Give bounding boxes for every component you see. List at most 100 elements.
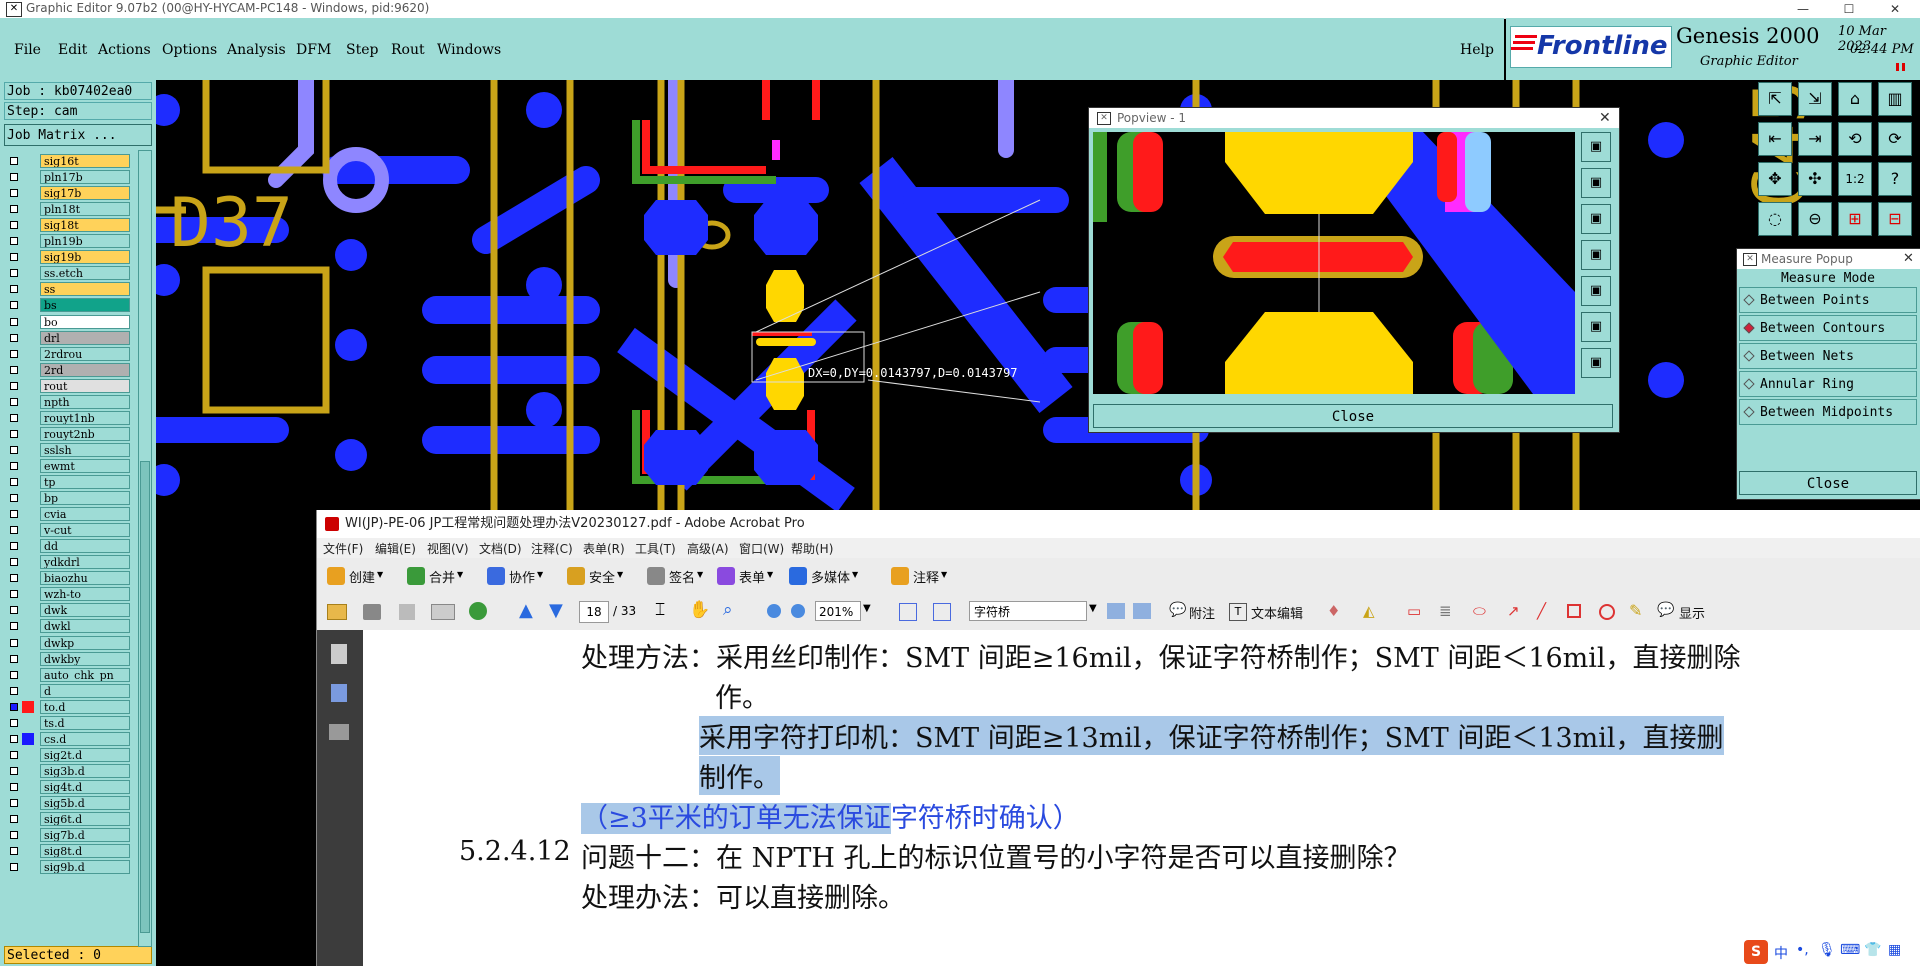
layer-name[interactable]: pln18t [40, 202, 130, 217]
layer-checkbox[interactable] [10, 558, 18, 567]
print-icon[interactable] [363, 604, 381, 620]
layer-checkbox[interactable] [10, 413, 18, 422]
secure-icon[interactable] [567, 567, 585, 585]
measure-option[interactable]: Between Nets [1739, 343, 1917, 369]
layer-row[interactable]: rout [8, 378, 130, 393]
layer-name[interactable]: drl [40, 330, 130, 345]
layer-row[interactable]: sig2t.d [8, 747, 130, 762]
menu-options[interactable]: Options [162, 42, 217, 58]
layer-row[interactable]: ss.etch [8, 266, 130, 281]
layer-checkbox[interactable] [10, 782, 18, 791]
pencil-icon[interactable]: ✎ [1629, 601, 1642, 620]
layer-down-icon[interactable]: ⊟ [1878, 202, 1912, 236]
layer-checkbox[interactable] [10, 333, 18, 342]
layer-checkbox[interactable] [10, 718, 18, 727]
layer-name[interactable]: sig2t.d [40, 747, 130, 762]
layer-checkbox[interactable] [10, 863, 18, 872]
menu-analysis[interactable]: Analysis [227, 42, 286, 58]
layer-row[interactable]: dwkby [8, 651, 130, 666]
layer-name[interactable]: pln17b [40, 170, 130, 185]
layer-name[interactable]: rouyt1nb [40, 410, 130, 425]
layer-row[interactable]: bs [8, 298, 130, 313]
measure-option[interactable]: Annular Ring [1739, 371, 1917, 397]
ime-mode[interactable]: 中 [1774, 943, 1788, 963]
toolbar-task-button[interactable]: 注释 [913, 567, 939, 586]
layer-name[interactable]: ydkdrl [40, 555, 130, 570]
show-label[interactable]: 显示 [1679, 603, 1705, 622]
layer-checkbox[interactable] [10, 847, 18, 856]
layer-name[interactable]: sslsh [40, 442, 130, 457]
toolbar-task-button[interactable]: 合并 [429, 567, 455, 586]
layer-checkbox[interactable] [10, 766, 18, 775]
layer-name[interactable]: ewmt [40, 458, 130, 473]
open-icon[interactable] [327, 604, 347, 620]
maximize-button[interactable]: ☐ [1826, 0, 1872, 18]
pdf-document-view[interactable]: 处理方法：采用丝印制作：SMT 间距≥16mil，保证字符桥制作；SMT 间距＜… [363, 630, 1920, 966]
measure-option[interactable]: Between Contours [1739, 315, 1917, 341]
next-page-icon[interactable]: ▼ [549, 600, 563, 621]
hand-icon[interactable]: ✋ [689, 600, 710, 620]
layer-checkbox[interactable] [10, 734, 18, 743]
layer-row[interactable]: rouyt2nb [8, 426, 130, 441]
layer-checkbox[interactable] [10, 574, 18, 583]
layer-name[interactable]: sig6t.d [40, 812, 130, 827]
acrobat-menu-item[interactable]: 注释(C) [531, 540, 573, 557]
layer-checkbox[interactable] [10, 606, 18, 615]
dropdown-arrow-icon[interactable]: ▼ [377, 570, 383, 579]
layer-name[interactable]: dd [40, 539, 130, 554]
menu-edit[interactable]: Edit [58, 42, 87, 58]
layer-checkbox[interactable] [10, 590, 18, 599]
layer-name[interactable]: sig7b.d [40, 828, 130, 843]
combine-icon[interactable] [407, 567, 425, 585]
email-icon[interactable] [431, 604, 455, 620]
layer-name[interactable]: npth [40, 394, 130, 409]
layer-row[interactable]: 2rdrou [8, 346, 130, 361]
layer-checkbox[interactable] [10, 381, 18, 390]
layer-checkbox[interactable] [10, 478, 18, 486]
layer-row[interactable]: npth [8, 394, 130, 409]
cloud-icon[interactable]: ⬭ [1473, 602, 1486, 620]
bookmarks-icon[interactable] [331, 684, 347, 702]
fit-icon[interactable]: ✣ [1798, 162, 1832, 196]
layer-row[interactable]: sig6t.d [8, 812, 130, 827]
rectangle-icon[interactable] [1567, 604, 1581, 618]
toolbar-task-button[interactable]: 创建 [349, 567, 375, 586]
layer-name[interactable]: dwkby [40, 651, 130, 666]
layer-row[interactable]: bo [8, 314, 130, 329]
layer-checkbox[interactable] [10, 317, 18, 326]
layer-row[interactable]: 2rd [8, 362, 130, 377]
keyboard-icon[interactable]: ⌨ [1840, 942, 1860, 958]
zoom-fit-icon[interactable]: ⇱ [1758, 82, 1792, 116]
layer-row[interactable]: sig3b.d [8, 763, 130, 778]
layer-checkbox[interactable] [10, 831, 18, 840]
zoom-icon[interactable]: ⌕ [723, 600, 733, 620]
zoom-home-icon[interactable]: ▣ [1581, 132, 1611, 162]
split-view-icon[interactable]: ▥ [1878, 82, 1912, 116]
layer-row[interactable]: sig4t.d [8, 779, 130, 794]
punctuation-icon[interactable]: •, [1796, 942, 1809, 958]
layer-row[interactable]: ewmt [8, 458, 130, 473]
textbox-icon[interactable]: ≣ [1439, 602, 1452, 620]
layer-row[interactable]: to.d [8, 699, 130, 714]
layer-checkbox[interactable] [10, 461, 18, 470]
toolbar-task-button[interactable]: 多媒体 [811, 567, 850, 586]
layer-name[interactable]: d [40, 683, 130, 698]
layer-name[interactable]: cs.d [40, 731, 130, 746]
note-label[interactable]: 附注 [1189, 603, 1215, 622]
layer-name[interactable]: wzh-to [40, 587, 130, 602]
layer-row[interactable]: drl [8, 330, 130, 345]
dropdown-arrow-icon[interactable]: ▼ [617, 570, 623, 579]
arrow-icon[interactable]: ↗ [1507, 602, 1520, 620]
fit-width-icon[interactable] [933, 603, 951, 621]
toolbar-task-button[interactable]: 安全 [589, 567, 615, 586]
fit-page-icon[interactable] [899, 603, 917, 621]
layer-checkbox[interactable] [10, 205, 18, 214]
measure-icon[interactable]: ⊖ [1798, 202, 1832, 236]
layer-checkbox[interactable] [10, 702, 18, 711]
pages-icon[interactable] [331, 644, 347, 664]
help-icon[interactable]: ? [1878, 162, 1912, 196]
zoom-dropdown-icon[interactable]: ▼ [863, 603, 871, 614]
layer-name[interactable]: sig5b.d [40, 796, 130, 810]
pan-right-icon[interactable]: ▣ [1581, 276, 1611, 306]
layer-checkbox[interactable] [10, 301, 18, 310]
